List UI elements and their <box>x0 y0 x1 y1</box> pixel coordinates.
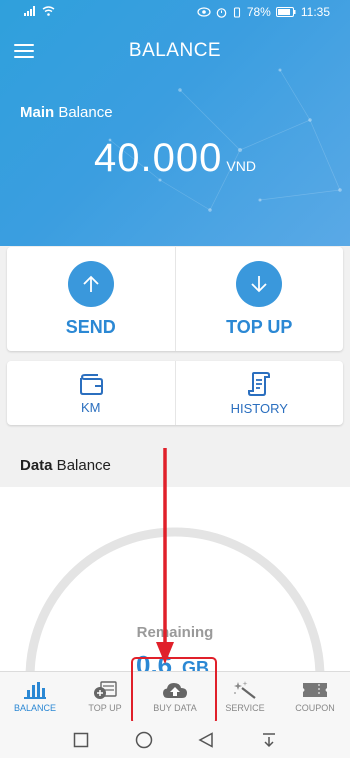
card-plus-icon <box>94 681 117 699</box>
secondary-actions-card: KM HISTORY <box>7 361 343 425</box>
recent-apps-button[interactable] <box>69 728 93 752</box>
data-balance-panel: 0.6 GB <box>0 487 350 672</box>
arrow-up-icon <box>67 260 114 307</box>
triangle-back-icon <box>198 731 213 748</box>
ticket-icon <box>303 683 327 697</box>
balance-value: 40.000 <box>94 136 223 180</box>
home-button[interactable] <box>132 728 156 752</box>
circle-icon <box>135 731 152 748</box>
primary-actions-card: SEND TOP UP <box>7 247 343 351</box>
top-up-label: TOP UP <box>226 316 293 337</box>
wifi-icon <box>42 6 55 16</box>
annotation-highlight-box <box>131 657 217 725</box>
history-button[interactable]: HISTORY <box>174 361 344 425</box>
tab-service-label: SERVICE <box>225 703 265 713</box>
tab-coupon-label: COUPON <box>295 703 335 713</box>
tab-coupon[interactable]: COUPON <box>280 672 350 721</box>
arrow-down-icon <box>236 260 283 307</box>
eye-icon <box>197 7 211 17</box>
page-title: BALANCE <box>128 40 222 61</box>
signal-icon <box>24 6 35 16</box>
annotation-arrow <box>156 448 174 664</box>
bar-chart-icon <box>24 682 46 699</box>
data-gauge: 0.6 GB <box>25 527 325 672</box>
top-up-button[interactable]: TOP UP <box>174 247 344 351</box>
battery-percent: 78% <box>246 5 271 19</box>
vibrate-icon <box>233 6 240 18</box>
magic-wand-icon <box>234 681 256 699</box>
tab-top-up-label: TOP UP <box>88 703 122 713</box>
alarm-icon <box>216 7 227 18</box>
status-bar: 78% 11:35 <box>0 0 350 26</box>
square-icon <box>74 732 89 747</box>
data-balance-label: Data Balance <box>20 457 111 474</box>
km-label: KM <box>81 399 101 415</box>
wallet-icon <box>79 373 103 395</box>
remaining-label: Remaining <box>136 624 214 641</box>
history-label: HISTORY <box>230 400 288 416</box>
tab-top-up[interactable]: TOP UP <box>70 672 140 721</box>
send-button[interactable]: SEND <box>7 247 175 351</box>
km-button[interactable]: KM <box>7 361 175 425</box>
network-background <box>108 68 342 212</box>
balance-currency: VND <box>226 158 256 174</box>
balance-header: 78% 11:35 BALANCE Main Balance 40.000 VND <box>0 0 350 246</box>
notification-pull-button[interactable] <box>257 728 281 752</box>
clock-time: 11:35 <box>300 5 330 19</box>
main-balance-label: Main Balance <box>20 104 113 121</box>
arrow-down-line-icon <box>262 732 275 747</box>
system-nav-bar <box>0 721 350 758</box>
back-button[interactable] <box>194 728 218 752</box>
send-label: SEND <box>65 316 116 337</box>
tab-service[interactable]: SERVICE <box>210 672 280 721</box>
tab-balance-label: BALANCE <box>13 703 57 713</box>
battery-icon <box>275 7 296 17</box>
scroll-icon <box>248 371 271 396</box>
main-balance-amount: 40.000 VND <box>0 136 350 181</box>
tab-balance[interactable]: BALANCE <box>0 672 70 721</box>
